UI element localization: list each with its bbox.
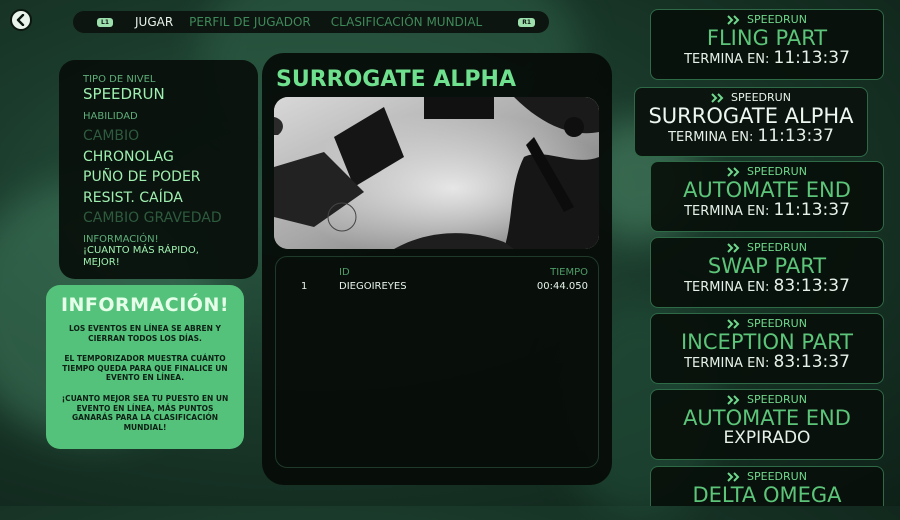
- level-type-label: TIPO DE NIVEL: [83, 74, 156, 85]
- leaderboard-row-id: DIEGOIREYES: [339, 281, 407, 292]
- event-card-automate-end[interactable]: SPEEDRUN AUTOMATE END TERMINA EN: 11:13:…: [650, 161, 884, 232]
- leaderboard-header-time: TIEMPO: [550, 267, 588, 278]
- event-type: SPEEDRUN: [747, 317, 807, 330]
- leaderboard-header-id: ID: [339, 267, 350, 278]
- double-chevron-icon: [727, 166, 740, 177]
- event-name: AUTOMATE END: [683, 178, 851, 202]
- tab-perfil-jugador[interactable]: PERFIL DE JUGADOR: [189, 15, 311, 29]
- ability-resist-caida: RESIST. CAÍDA: [83, 189, 183, 206]
- event-type: SPEEDRUN: [747, 241, 807, 254]
- chevron-left-icon: [16, 14, 25, 26]
- event-name: AUTOMATE END: [683, 406, 851, 430]
- info-card: INFORMACIÓN! LOS EVENTOS EN LÍNEA SE ABR…: [46, 285, 244, 449]
- level-info-panel: TIPO DE NIVEL SPEEDRUN HABILIDAD CAMBIO …: [59, 60, 258, 279]
- info-card-paragraph-2: EL TEMPORIZADOR MUESTRA CUÁNTO TIEMPO QU…: [62, 354, 228, 383]
- r1-button-hint: R1: [518, 17, 535, 27]
- ability-label: HABILIDAD: [83, 111, 138, 122]
- back-button[interactable]: [10, 9, 32, 31]
- event-name: INCEPTION PART: [680, 330, 853, 354]
- level-preview-image: [274, 97, 599, 249]
- double-chevron-icon: [727, 394, 740, 405]
- event-name: SURROGATE ALPHA: [648, 104, 854, 128]
- event-name: DELTA OMEGA: [692, 483, 842, 507]
- event-status: EXPIRADO: [723, 428, 811, 448]
- event-card-automate-end-expired[interactable]: SPEEDRUN AUTOMATE END EXPIRADO: [650, 389, 884, 460]
- level-title: SURROGATE ALPHA: [276, 67, 516, 92]
- event-time: 11:13:37: [773, 200, 850, 220]
- tab-jugar[interactable]: JUGAR: [135, 15, 173, 29]
- event-time-label: TERMINA EN:: [684, 204, 770, 219]
- event-name: FLING PART: [706, 26, 828, 50]
- leaderboard: ID TIEMPO 1 DIEGOIREYES 00:44.050: [275, 256, 599, 468]
- double-chevron-icon: [727, 242, 740, 253]
- event-type: SPEEDRUN: [747, 165, 807, 178]
- event-type: SPEEDRUN: [747, 13, 807, 26]
- event-time-label: TERMINA EN:: [684, 52, 770, 67]
- ability-chronolag: CHRONOLAG: [83, 148, 174, 165]
- event-name: SWAP PART: [707, 254, 827, 278]
- double-chevron-icon: [727, 14, 740, 25]
- event-time: 11:13:37: [773, 48, 850, 68]
- event-card-fling-part[interactable]: SPEEDRUN FLING PART TERMINA EN: 11:13:37: [650, 9, 884, 80]
- double-chevron-icon: [727, 318, 740, 329]
- ability-cambio-gravedad: CAMBIO GRAVEDAD: [83, 210, 222, 226]
- event-time: 83:13:37: [773, 352, 850, 372]
- event-type: SPEEDRUN: [731, 91, 791, 104]
- info-card-title: INFORMACIÓN!: [60, 294, 230, 316]
- double-chevron-icon: [727, 471, 740, 482]
- event-time-label: TERMINA EN:: [684, 356, 770, 371]
- ability-cambio: CAMBIO: [83, 128, 140, 144]
- leaderboard-row-rank: 1: [301, 281, 308, 292]
- event-time-label: TERMINA EN:: [684, 280, 770, 295]
- top-nav: L1 JUGAR PERFIL DE JUGADOR CLASIFICACIÓN…: [73, 11, 549, 33]
- event-type: SPEEDRUN: [747, 470, 807, 483]
- event-card-inception-part[interactable]: SPEEDRUN INCEPTION PART TERMINA EN: 83:1…: [650, 313, 884, 384]
- level-type-value: SPEEDRUN: [83, 85, 165, 103]
- level-info-text-1: ¡CUANTO MÁS RÁPIDO,: [83, 244, 199, 256]
- level-info-label: INFORMACIÓN!: [83, 233, 159, 245]
- level-detail-panel: SURROGATE ALPHA ID TIEMPO 1 DIEGOIREYES …: [262, 53, 612, 485]
- info-card-paragraph-3: ¡CUANTO MEJOR SEA TU PUESTO EN UN EVENTO…: [61, 393, 229, 432]
- event-card-swap-part[interactable]: SPEEDRUN SWAP PART TERMINA EN: 83:13:37: [650, 237, 884, 308]
- double-chevron-icon: [711, 92, 724, 103]
- event-time-label: TERMINA EN:: [668, 130, 754, 145]
- event-card-delta-omega[interactable]: SPEEDRUN DELTA OMEGA: [650, 466, 884, 507]
- event-time: 11:13:37: [757, 126, 834, 146]
- event-time: 83:13:37: [773, 276, 850, 296]
- l1-button-hint: L1: [97, 17, 113, 27]
- event-type: SPEEDRUN: [747, 393, 807, 406]
- event-card-surrogate-alpha[interactable]: SPEEDRUN SURROGATE ALPHA TERMINA EN: 11:…: [634, 87, 868, 157]
- info-card-paragraph-1: LOS EVENTOS EN LÍNEA SE ABREN Y CIERRAN …: [68, 324, 221, 343]
- leaderboard-row-time: 00:44.050: [536, 281, 588, 292]
- level-info-text-2: MEJOR!: [83, 256, 120, 268]
- ability-puno-de-poder: PUÑO DE PODER: [83, 169, 201, 185]
- tab-clasificacion-mundial[interactable]: CLASIFICACIÓN MUNDIAL: [331, 15, 482, 29]
